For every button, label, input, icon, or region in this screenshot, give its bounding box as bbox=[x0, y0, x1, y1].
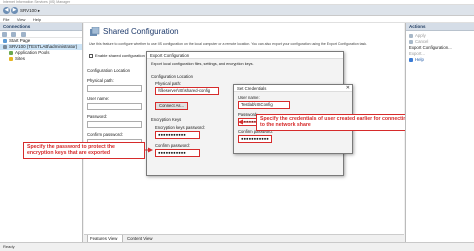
apply-icon bbox=[409, 33, 413, 38]
status-bar: Ready bbox=[0, 242, 474, 250]
cancel-icon bbox=[409, 39, 413, 44]
callout-arrows bbox=[145, 119, 256, 153]
help-action[interactable]: Help bbox=[406, 57, 474, 63]
help-icon bbox=[409, 57, 413, 62]
status-text: Ready bbox=[3, 244, 15, 249]
actions-header: Actions bbox=[406, 23, 474, 31]
view-tabs: Features View Content View bbox=[84, 234, 404, 243]
actions-pane: Actions Apply Cancel Export Configuratio… bbox=[405, 23, 474, 242]
